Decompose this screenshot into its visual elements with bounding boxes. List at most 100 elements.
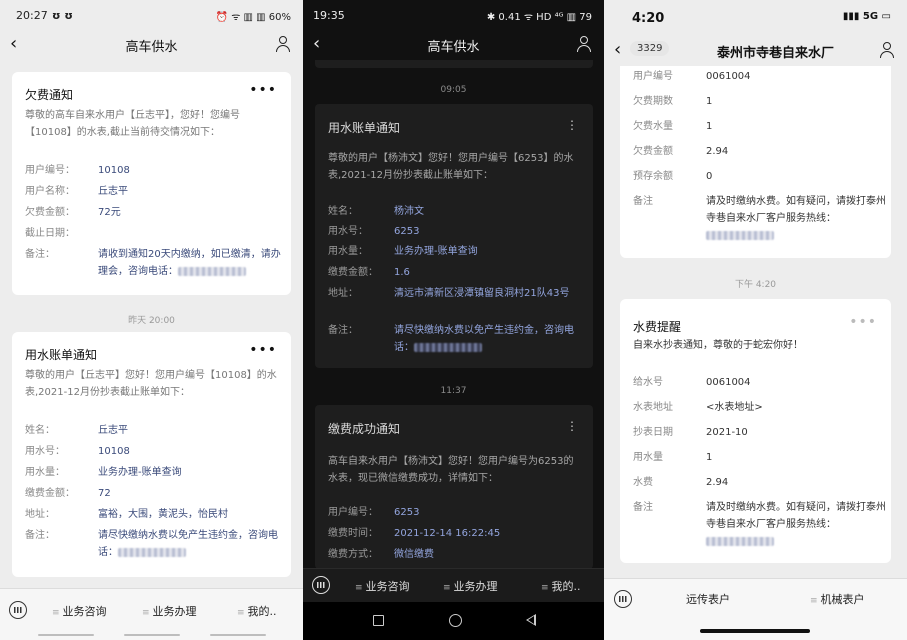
status-icons: ▮▮▮ 5G ▭ xyxy=(842,11,891,22)
payment-success-card[interactable]: 缴费成功通知 ⋮ 高车自来水用户【杨沛文】您好！您用户编号为6253的水表，现已… xyxy=(315,405,593,569)
arrears-notice-card[interactable]: 欠费通知 ••• 尊敬的高车自来水用户【丘志平】，您好！您编号【10108】的水… xyxy=(12,72,291,295)
field-label: 备注： xyxy=(25,530,55,541)
more-icon[interactable]: ••• xyxy=(249,82,277,98)
user-icon[interactable] xyxy=(275,36,291,52)
card-intro: 尊敬的用户【杨沛文】您好！您用户编号【6253】的水表,2021-12月份抄表截… xyxy=(328,153,574,181)
field-value: 请尽快缴纳水费以免产生违约金，咨询电话： xyxy=(98,527,283,561)
card-title: 用水账单通知 xyxy=(25,348,98,362)
menu-item-consult[interactable]: ≡ 业务咨询 xyxy=(52,603,107,619)
field-label: 备注 xyxy=(633,196,653,207)
redacted-phone xyxy=(706,230,774,240)
field-label: 欠费水量 xyxy=(633,121,673,132)
water-bill-reminder-card[interactable]: 水费提醒 ••• 自来水抄表通知，尊敬的于蛇宏你好！ 给水号 0061004 水表… xyxy=(620,299,891,563)
field-label: 用户名称： xyxy=(25,186,75,197)
arrears-details-card[interactable]: 用户编号 0061004 欠费期数 1 欠费水量 1 欠费金额 2.94 预存余额 0 备… xyxy=(620,66,891,258)
page-title: 高车供水 xyxy=(125,40,178,55)
bill-notice-card[interactable]: 用水账单通知 ••• 尊敬的用户【丘志平】您好！您用户编号【10108】的水表,… xyxy=(12,332,291,577)
field-value: 请及时缴纳水费。如有疑问，请拨打泰州寺巷自来水厂客户服务热线： xyxy=(706,499,886,550)
menu-item-mechanical-meter[interactable]: ≡ 机械表户 xyxy=(810,591,865,607)
field-value: <水表地址> xyxy=(706,402,763,413)
android-nav-bar xyxy=(303,602,604,640)
field-label: 截止日期： xyxy=(25,228,75,239)
redacted-phone xyxy=(178,266,246,276)
menu-label: 远传表户 xyxy=(686,593,730,606)
timestamp: 09:05 xyxy=(440,85,467,95)
field-label: 用户编号： xyxy=(25,165,75,176)
keyboard-icon[interactable] xyxy=(9,601,27,619)
field-value: 请及时缴纳水费。如有疑问，请拨打泰州寺巷自来水厂客户服务热线： xyxy=(706,193,886,244)
status-time: 4:20 xyxy=(632,11,665,26)
menu-item-mine[interactable]: ≡ 我的.. xyxy=(237,603,277,619)
back-triangle-icon[interactable] xyxy=(526,614,536,626)
status-bar: 20:27 ʊ ʊ ⏰ ᯤ ▥ ▥ 60% xyxy=(0,0,303,30)
status-time: 20:27 xyxy=(16,9,48,22)
home-indicator xyxy=(124,634,180,636)
more-icon[interactable]: ••• xyxy=(249,342,277,358)
more-icon[interactable]: ⋮ xyxy=(566,419,579,433)
field-value: 杨沛文 xyxy=(394,206,424,217)
remark-text: 请及时缴纳水费。如有疑问，请拨打泰州寺巷自来水厂客户服务热线： xyxy=(706,196,886,224)
card-title: 缴费成功通知 xyxy=(328,422,401,436)
user-icon[interactable] xyxy=(879,42,895,58)
field-label: 备注： xyxy=(25,249,55,260)
menu-item-handle[interactable]: ≡ 业务办理 xyxy=(443,578,498,594)
menu-item-remote-meter[interactable]: 远传表户 xyxy=(686,591,730,607)
status-icons: ✱ 0.41 ᯤ HD ⁴ᴳ ▥ 79 xyxy=(486,12,592,23)
menu-label: 我的.. xyxy=(247,605,277,618)
more-icon[interactable]: ••• xyxy=(849,314,877,330)
back-icon[interactable]: ‹ xyxy=(614,40,621,60)
timestamp: 下午 4:20 xyxy=(734,280,777,290)
field-label: 用水量： xyxy=(25,467,65,478)
field-value: 清远市清新区浸潭镇留良洞村21队43号 xyxy=(394,288,570,299)
menu-label: 业务办理 xyxy=(453,580,498,593)
home-icon[interactable] xyxy=(449,614,462,627)
field-label: 姓名： xyxy=(328,206,358,217)
menu-bar: ≡ 业务咨询 ≡ 业务办理 ≡ 我的.. xyxy=(0,588,303,640)
field-label: 备注： xyxy=(328,325,358,336)
field-value: 6253 xyxy=(394,507,420,518)
field-value: 10108 xyxy=(98,446,130,457)
menu-item-consult[interactable]: ≡ 业务咨询 xyxy=(355,578,410,594)
bill-notice-card[interactable]: 用水账单通知 ⋮ 尊敬的用户【杨沛文】您好！您用户编号【6253】的水表,202… xyxy=(315,104,593,368)
field-value: 1 xyxy=(706,96,713,107)
status-app-icons: ʊ ʊ xyxy=(52,9,73,22)
field-row: 地址： 清远市清新区浸潭镇留良洞村21队43号 xyxy=(328,285,582,319)
field-label: 水费 xyxy=(633,477,653,488)
field-row: 备注： 请尽快缴纳水费以免产生违约金，咨询电话： xyxy=(328,322,582,362)
field-value: 1.6 xyxy=(394,267,410,278)
field-label: 缴费金额： xyxy=(25,488,75,499)
field-value: 请尽快缴纳水费以免产生违约金，咨询电话： xyxy=(394,322,584,356)
field-row: 备注 请及时缴纳水费。如有疑问，请拨打泰州寺巷自来水厂客户服务热线： xyxy=(633,193,886,244)
card-title: 水费提醒 xyxy=(633,320,682,334)
status-bar: 19:35 ✱ 0.41 ᯤ HD ⁴ᴳ ▥ 79 xyxy=(303,0,604,30)
card-intro: 尊敬的用户【丘志平】您好！您用户编号【10108】的水表,2021-12月份抄表… xyxy=(25,370,277,398)
keyboard-icon[interactable] xyxy=(614,590,632,608)
menu-label: 机械表户 xyxy=(820,593,865,606)
card-intro: 自来水抄表通知，尊敬的于蛇宏你好！ xyxy=(633,340,803,351)
recent-apps-icon[interactable] xyxy=(373,615,384,626)
field-label: 欠费期数 xyxy=(633,96,673,107)
menu-label: 业务咨询 xyxy=(62,605,107,618)
field-label: 用水量 xyxy=(633,452,663,463)
field-value: 2021-12-14 16:22:45 xyxy=(394,528,501,539)
redacted-phone xyxy=(706,536,774,546)
menu-item-handle[interactable]: ≡ 业务办理 xyxy=(142,603,197,619)
field-label: 给水号 xyxy=(633,377,663,388)
field-value: 丘志平 xyxy=(98,186,128,197)
field-value: 业务办理-账单查询 xyxy=(98,467,182,478)
page-title: 泰州市寺巷自来水厂 xyxy=(716,46,834,61)
card-intro: 高车自来水用户【杨沛文】您好！您用户编号为6253的水表，现已微信缴费成功，详情… xyxy=(328,456,574,484)
card-title: 欠费通知 xyxy=(25,88,74,102)
more-icon[interactable]: ⋮ xyxy=(566,118,579,132)
field-label: 预存余额 xyxy=(633,171,673,182)
menu-item-mine[interactable]: ≡ 我的.. xyxy=(541,578,581,594)
card-top-edge xyxy=(315,60,593,68)
keyboard-icon[interactable] xyxy=(312,576,330,594)
field-value: 10108 xyxy=(98,165,130,176)
field-label: 缴费方式： xyxy=(328,549,378,560)
field-row: 备注： 请收到通知20天内缴纳，如已缴清，请办理会，咨询电话： xyxy=(25,246,281,286)
user-icon[interactable] xyxy=(576,36,592,52)
field-value: 0061004 xyxy=(706,71,751,82)
remark-text: 请及时缴纳水费。如有疑问，请拨打泰州寺巷自来水厂客户服务热线： xyxy=(706,502,886,530)
field-label: 缴费时间： xyxy=(328,528,378,539)
